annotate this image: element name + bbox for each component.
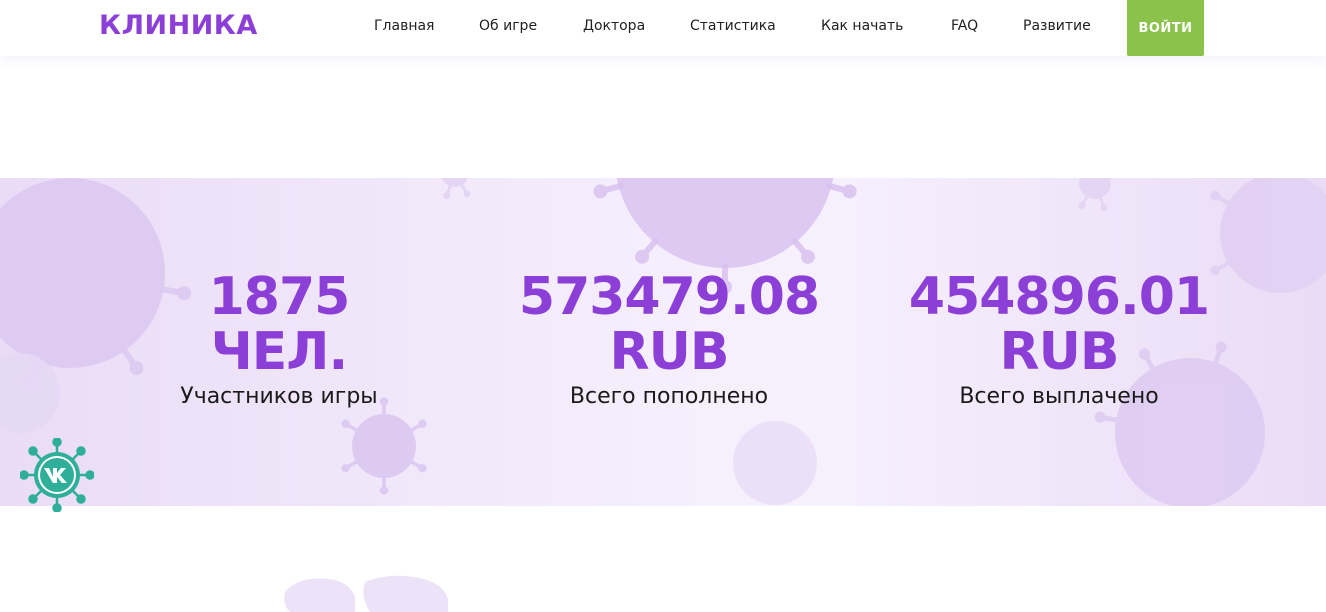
site-header: КЛИНИКА Главная Об игре Доктора Статисти…	[0, 0, 1326, 56]
nav-item-faq[interactable]: FAQ	[951, 17, 978, 35]
nav-item-home[interactable]: Главная	[374, 17, 434, 35]
vk-icon	[19, 437, 95, 513]
stat-participants-unit: ЧЕЛ.	[210, 322, 349, 382]
stat-deposited-label: Всего пополнено	[569, 384, 769, 409]
login-button[interactable]: ВОЙТИ	[1127, 0, 1204, 56]
stat-paid-out-label: Всего выплачено	[959, 384, 1159, 409]
nav-item-statistics[interactable]: Статистика	[690, 17, 776, 35]
stat-participants-label: Участников игры	[180, 384, 378, 409]
stat-participants-value: 1875	[208, 267, 351, 327]
stat-deposited: 573479.08 RUB Всего пополнено	[499, 270, 839, 412]
stats-section: 1875 ЧЕЛ. Участников игры 573479.08 RUB …	[0, 178, 1326, 506]
stat-paid-out: 454896.01 RUB Всего выплачено	[889, 270, 1229, 412]
stat-participants: 1875 ЧЕЛ. Участников игры	[109, 270, 449, 412]
site-logo[interactable]: КЛИНИКА	[99, 9, 258, 43]
nav-item-doctors[interactable]: Доктора	[583, 17, 645, 35]
nav-item-about[interactable]: Об игре	[479, 17, 537, 35]
stat-deposited-value: 573479.08	[518, 267, 820, 327]
stat-deposited-unit: RUB	[609, 322, 730, 382]
nav-item-development[interactable]: Развитие	[1023, 17, 1091, 35]
nav-item-how-to-start[interactable]: Как начать	[821, 17, 903, 35]
stat-paid-out-value: 454896.01	[908, 267, 1210, 327]
world-map-decoration	[284, 575, 448, 612]
stat-paid-out-unit: RUB	[999, 322, 1120, 382]
vk-widget[interactable]	[19, 437, 95, 513]
